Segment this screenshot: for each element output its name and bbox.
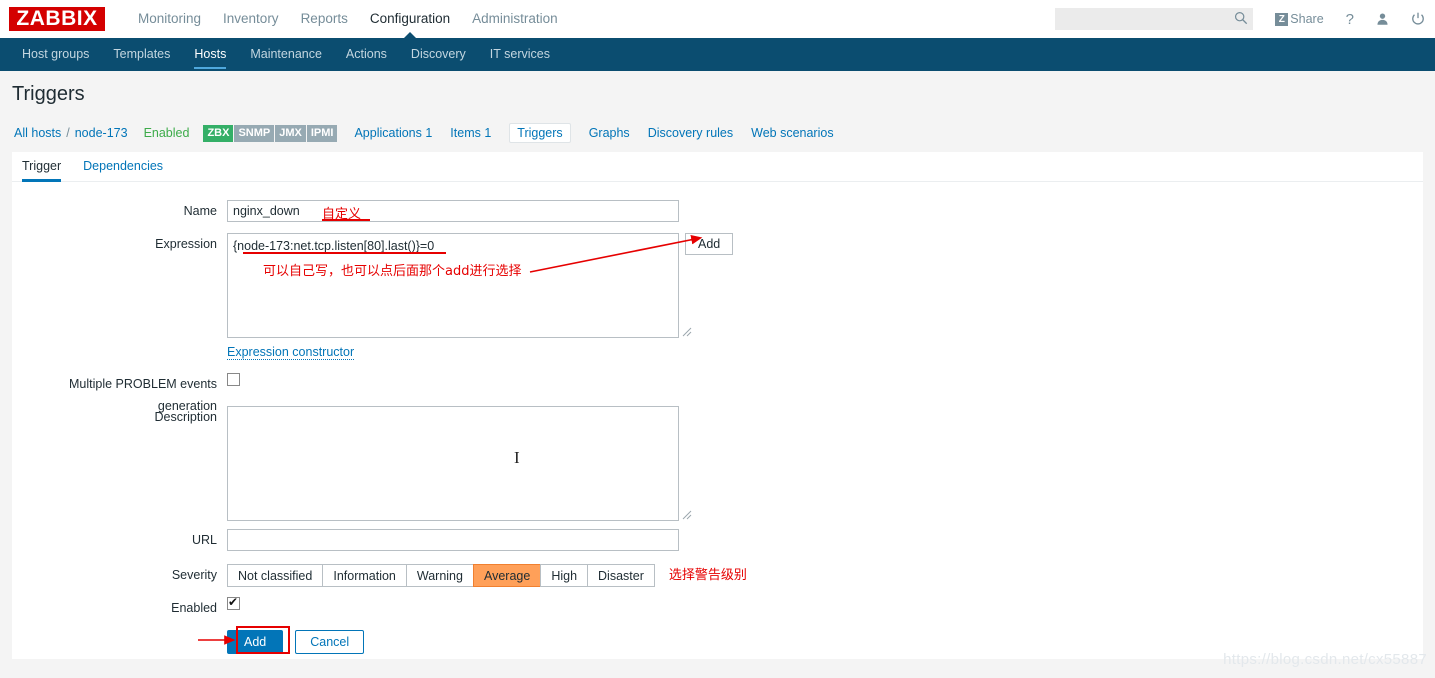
main-navigation: Monitoring Inventory Reports Configurati… [127,0,569,39]
description-textarea[interactable] [227,406,679,521]
share-button[interactable]: Z Share [1275,12,1324,26]
page-title-bar: Triggers [0,71,1435,117]
host-status-enabled[interactable]: Enabled [144,126,190,140]
severity-option-high[interactable]: High [540,564,588,587]
tab-trigger[interactable]: Trigger [22,152,62,182]
top-header: ZABBIX Monitoring Inventory Reports Conf… [0,0,1435,39]
severity-annotation: 选择警告级别 [668,568,747,583]
power-icon[interactable] [1411,12,1425,26]
expression-textarea[interactable] [227,233,679,338]
severity-button-group: Not classified Information Warning Avera… [227,564,655,587]
enabled-checkbox[interactable] [227,595,240,610]
subnav-item-hosts[interactable]: Hosts [182,38,238,71]
host-interface-badges: ZBX SNMP JMX IPMI [203,124,338,142]
subnav-item-templates[interactable]: Templates [101,38,182,71]
url-input[interactable] [227,529,679,551]
form-tabs: Trigger Dependencies [12,152,1423,182]
subnav-item-it-services[interactable]: IT services [478,38,562,71]
expression-annotation: 可以自己写，也可以点后面那个add进行选择 [263,264,522,279]
nav-item-inventory[interactable]: Inventory [212,0,290,38]
row-url: URL [12,529,679,551]
zabbix-triggers-page: ZABBIX Monitoring Inventory Reports Conf… [0,0,1435,678]
breadcrumb: All hosts / node-173 Enabled ZBX SNMP JM… [0,120,1435,146]
nav-item-reports[interactable]: Reports [290,0,359,38]
subnav-item-discovery[interactable]: Discovery [399,38,478,71]
sub-navigation: Host groups Templates Hosts Maintenance … [0,38,1435,71]
header-right-tools: Z Share ? [1055,0,1425,38]
row-severity: Severity Not classified Information Warn… [12,564,747,587]
entity-tab-web-scenarios[interactable]: Web scenarios [751,126,833,140]
multiple-problem-checkbox[interactable] [227,373,240,386]
search-icon[interactable] [1234,11,1248,30]
submit-add-button[interactable]: Add [227,630,284,654]
severity-option-information[interactable]: Information [322,564,406,587]
description-label: Description [154,410,217,424]
search-input[interactable] [1055,9,1228,29]
severity-label: Severity [171,568,217,582]
breadcrumb-all-hosts[interactable]: All hosts [14,126,61,140]
zabbix-logo[interactable]: ZABBIX [9,7,105,31]
share-z-icon: Z [1275,12,1289,26]
severity-option-disaster[interactable]: Disaster [587,564,655,587]
cancel-button[interactable]: Cancel [295,630,365,654]
entity-tab-applications[interactable]: Applications 1 [354,126,432,140]
row-expression-constructor: Expression constructor [12,345,355,360]
name-annotation: 自定义 [322,207,362,222]
enabled-label: Enabled [171,601,217,615]
badge-ipmi[interactable]: IPMI [306,124,338,142]
severity-option-not-classified[interactable]: Not classified [227,564,323,587]
name-input[interactable] [227,200,679,222]
entity-tab-items[interactable]: Items 1 [450,126,491,140]
watermark: https://blog.csdn.net/cx55887 [1223,651,1427,668]
entity-tab-graphs[interactable]: Graphs [589,126,630,140]
expression-add-button[interactable]: Add [685,233,734,255]
user-icon[interactable] [1376,12,1389,26]
nav-item-administration[interactable]: Administration [461,0,569,38]
badge-snmp[interactable]: SNMP [234,124,275,142]
entity-tab-triggers[interactable]: Triggers [509,123,571,143]
severity-option-average[interactable]: Average [472,564,541,587]
nav-item-monitoring[interactable]: Monitoring [127,0,212,38]
row-enabled: Enabled [12,595,240,619]
subnav-item-host-groups[interactable]: Host groups [10,38,101,71]
subnav-item-actions[interactable]: Actions [334,38,399,71]
text-cursor-icon: I [514,448,520,467]
severity-option-warning[interactable]: Warning [405,564,473,587]
expression-constructor-link[interactable]: Expression constructor [227,345,355,360]
name-label: Name [183,204,217,218]
badge-jmx[interactable]: JMX [275,124,306,142]
trigger-form: Name Expression Add Expression construct… [12,182,1423,659]
page-title: Triggers [12,83,85,105]
entity-tab-discovery-rules[interactable]: Discovery rules [648,126,733,140]
badge-zbx[interactable]: ZBX [203,124,234,142]
row-form-actions: Add Cancel [12,630,365,654]
host-entity-tabs: Applications 1 Items 1 Triggers Graphs D… [354,123,851,143]
breadcrumb-host-node-173[interactable]: node-173 [75,126,128,140]
share-label: Share [1290,12,1324,26]
tab-dependencies[interactable]: Dependencies [83,152,163,181]
expression-label: Expression [155,237,217,251]
global-search[interactable] [1055,8,1254,30]
subnav-item-maintenance[interactable]: Maintenance [238,38,334,71]
row-description: Description [12,406,679,521]
nav-item-configuration[interactable]: Configuration [359,0,461,39]
url-label: URL [191,533,217,547]
help-icon[interactable]: ? [1346,11,1354,28]
row-expression: Expression Add [12,233,734,338]
breadcrumb-separator: / [66,126,70,140]
